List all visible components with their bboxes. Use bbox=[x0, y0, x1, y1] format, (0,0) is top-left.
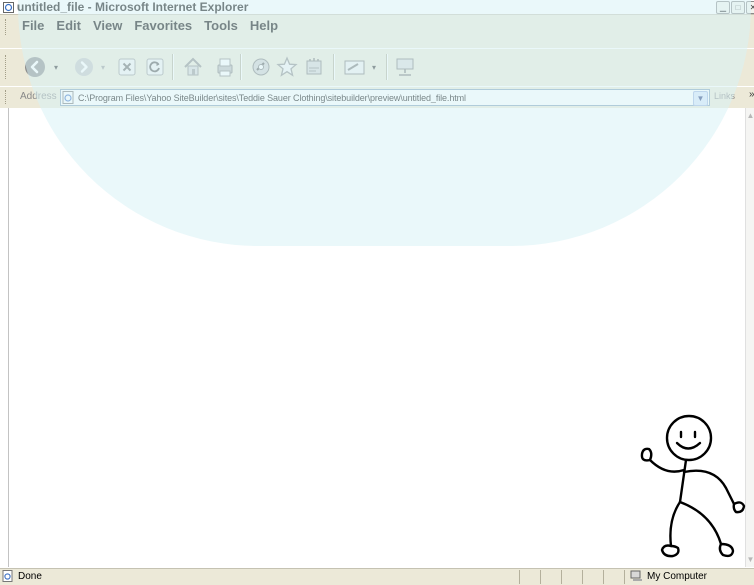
forward-button[interactable] bbox=[74, 53, 94, 81]
network-icon bbox=[396, 58, 414, 76]
security-zone-text: My Computer bbox=[647, 570, 708, 582]
menu-view[interactable]: View bbox=[87, 16, 128, 35]
home-button[interactable] bbox=[182, 53, 204, 81]
toolbar-separator bbox=[386, 54, 388, 80]
close-button[interactable]: ✕ bbox=[746, 1, 754, 14]
links-label[interactable]: Links bbox=[714, 91, 735, 101]
standard-toolbar: ▾ ▾ ▾ bbox=[0, 48, 754, 86]
status-bar: Done My Computer bbox=[0, 568, 754, 585]
edit-icon bbox=[344, 60, 365, 75]
status-text: Done bbox=[18, 570, 42, 582]
title-bar: untitled_file - Microsoft Internet Explo… bbox=[0, 0, 754, 15]
address-dropdown-button[interactable]: ▼ bbox=[693, 91, 708, 106]
home-icon bbox=[184, 57, 202, 76]
forward-icon bbox=[75, 58, 93, 76]
refresh-icon bbox=[146, 58, 164, 76]
address-label: Address bbox=[20, 91, 57, 102]
status-divider bbox=[603, 570, 604, 584]
toolbar-separator bbox=[172, 54, 174, 80]
toolbar-grip[interactable] bbox=[5, 55, 9, 79]
history-button[interactable] bbox=[303, 53, 325, 81]
stop-button[interactable] bbox=[118, 53, 136, 81]
print-button[interactable] bbox=[214, 53, 236, 81]
status-divider bbox=[519, 570, 520, 584]
stick-figure-image bbox=[640, 414, 746, 558]
edit-button[interactable] bbox=[343, 53, 367, 81]
back-icon bbox=[25, 57, 45, 77]
address-input[interactable]: C:\Program Files\Yahoo SiteBuilder\sites… bbox=[60, 89, 710, 106]
address-bar: Address C:\Program Files\Yahoo SiteBuild… bbox=[0, 86, 754, 109]
status-divider bbox=[561, 570, 562, 584]
back-button[interactable] bbox=[24, 53, 46, 81]
menu-bar: File Edit View Favorites Tools Help bbox=[0, 15, 754, 48]
ie-page-icon bbox=[3, 1, 14, 13]
media-icon bbox=[252, 58, 270, 76]
status-divider bbox=[540, 570, 541, 584]
back-dropdown[interactable]: ▾ bbox=[54, 53, 58, 81]
toolbar-separator bbox=[333, 54, 335, 80]
links-chevron-icon[interactable]: » bbox=[749, 89, 754, 100]
menu-file[interactable]: File bbox=[16, 16, 50, 35]
print-icon bbox=[217, 58, 233, 77]
minimize-button[interactable]: ▁ bbox=[716, 1, 730, 14]
menu-favorites[interactable]: Favorites bbox=[128, 16, 198, 35]
menu-edit[interactable]: Edit bbox=[50, 16, 87, 35]
stop-icon bbox=[118, 58, 136, 76]
page-done-icon bbox=[2, 570, 13, 582]
favorites-button[interactable] bbox=[276, 53, 298, 81]
menu-grip[interactable] bbox=[5, 19, 9, 35]
address-grip[interactable] bbox=[5, 90, 9, 104]
window-title: untitled_file - Microsoft Internet Explo… bbox=[17, 0, 249, 14]
address-url[interactable]: C:\Program Files\Yahoo SiteBuilder\sites… bbox=[78, 93, 466, 103]
status-divider bbox=[624, 570, 625, 584]
maximize-button[interactable]: □ bbox=[731, 1, 745, 14]
toolbar-separator bbox=[240, 54, 242, 80]
scroll-up-icon[interactable]: ▲ bbox=[746, 110, 754, 121]
my-computer-icon bbox=[630, 570, 642, 581]
page-icon bbox=[62, 91, 74, 104]
network-button[interactable] bbox=[394, 53, 416, 81]
viewport-left-border bbox=[0, 108, 9, 567]
forward-dropdown[interactable]: ▾ bbox=[101, 53, 105, 81]
menu-tools[interactable]: Tools bbox=[198, 16, 244, 35]
media-button[interactable] bbox=[250, 53, 272, 81]
history-icon bbox=[306, 58, 322, 75]
menu-help[interactable]: Help bbox=[244, 16, 284, 35]
edit-dropdown[interactable]: ▾ bbox=[372, 53, 376, 81]
favorites-star-icon bbox=[276, 56, 298, 77]
refresh-button[interactable] bbox=[146, 53, 164, 81]
status-divider bbox=[582, 570, 583, 584]
